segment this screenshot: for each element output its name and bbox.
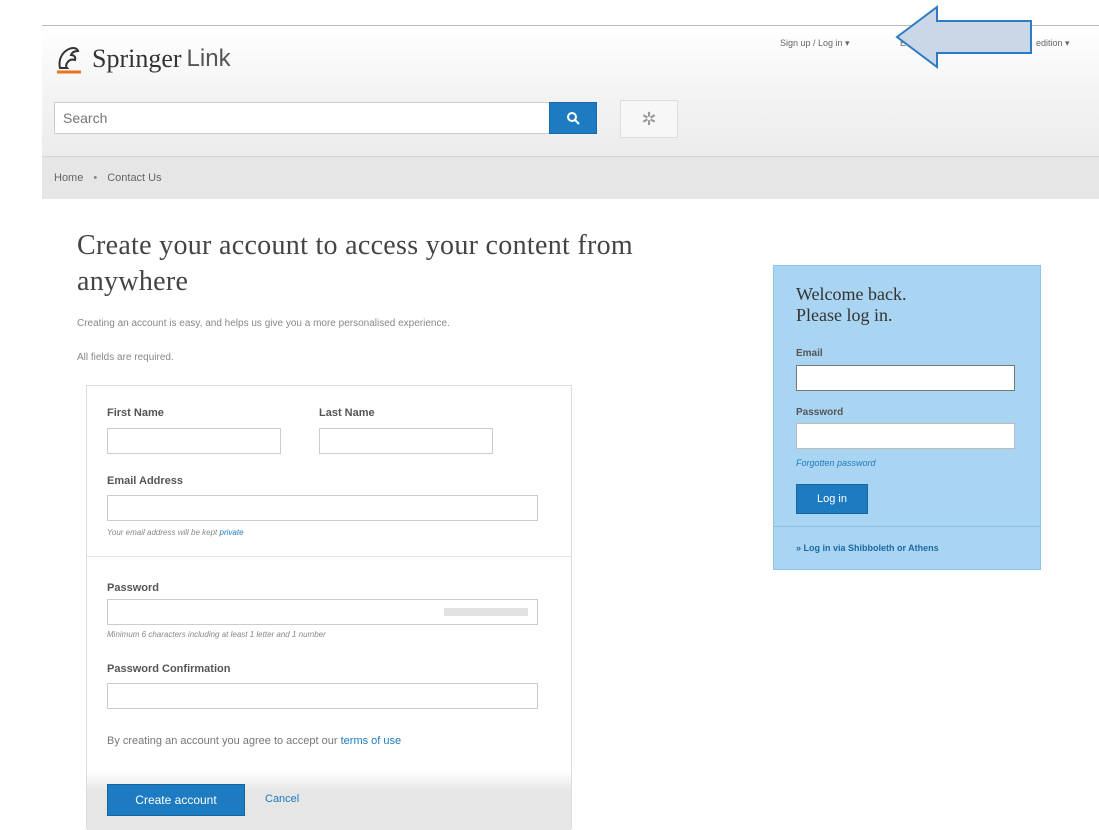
required-note: All fields are required. [77, 352, 174, 363]
create-account-button[interactable]: Create account [107, 784, 245, 816]
search-options-button[interactable]: ✲ [620, 100, 678, 138]
search-input[interactable] [54, 102, 549, 134]
login-email-field[interactable] [796, 365, 1015, 391]
password-hint: Minimum 6 characters including at least … [107, 630, 326, 639]
private-link[interactable]: private [220, 528, 244, 537]
page-title: Create your account to access your conte… [77, 230, 633, 297]
forgotten-password-link[interactable]: Forgotten password [796, 458, 876, 468]
springerlink-logo[interactable]: Springer Link [54, 42, 231, 76]
gear-icon: ✲ [641, 108, 657, 129]
breadcrumb: Home • Contact Us [54, 172, 162, 184]
login-button[interactable]: Log in [796, 484, 868, 514]
last-name-field[interactable] [319, 428, 493, 454]
breadcrumb-bar [42, 156, 1099, 199]
annotation-arrow-icon [895, 5, 1032, 69]
signup-login-menu[interactable]: Sign up / Log in ▾ [780, 38, 850, 49]
first-name-label: First Name [107, 407, 164, 419]
last-name-label: Last Name [319, 407, 375, 419]
brand-springer: Springer [92, 44, 182, 73]
password-strength-meter [444, 608, 528, 616]
login-panel: Welcome back. Please log in. Email Passw… [773, 265, 1041, 570]
form-divider [87, 556, 571, 557]
password-confirm-label: Password Confirmation [107, 663, 231, 675]
breadcrumb-separator: • [93, 172, 98, 184]
email-field[interactable] [107, 495, 538, 521]
cancel-link[interactable]: Cancel [265, 793, 299, 805]
email-hint: Your email address will be kept private [107, 528, 244, 537]
login-heading-line1: Welcome back. [796, 284, 907, 304]
first-name-field[interactable] [107, 428, 281, 454]
breadcrumb-contact[interactable]: Contact Us [107, 172, 161, 184]
terms-of-use-link[interactable]: terms of use [341, 735, 402, 747]
edition-menu[interactable]: edition ▾ [1036, 38, 1070, 49]
login-heading: Welcome back. Please log in. [796, 284, 907, 326]
password-label: Password [107, 582, 159, 594]
login-password-field[interactable] [796, 423, 1015, 449]
email-hint-text: Your email address will be kept [107, 528, 218, 537]
breadcrumb-home[interactable]: Home [54, 172, 83, 184]
login-email-label: Email [796, 348, 823, 359]
password-field[interactable] [107, 599, 538, 625]
search-icon [567, 112, 580, 125]
password-confirm-field[interactable] [107, 683, 538, 709]
brand-link: Link [186, 45, 231, 72]
search-button[interactable] [549, 102, 597, 134]
intro-text: Creating an account is easy, and helps u… [77, 318, 450, 329]
login-heading-line2: Please log in. [796, 305, 893, 325]
login-divider [774, 526, 1040, 527]
terms-prefix: By creating an account you agree to acce… [107, 735, 338, 747]
login-password-label: Password [796, 407, 844, 418]
terms-text: By creating an account you agree to acce… [107, 735, 401, 747]
springer-horse-icon [57, 46, 81, 74]
email-label: Email Address [107, 475, 184, 487]
shibboleth-login-link[interactable]: » Log in via Shibboleth or Athens [796, 543, 939, 553]
